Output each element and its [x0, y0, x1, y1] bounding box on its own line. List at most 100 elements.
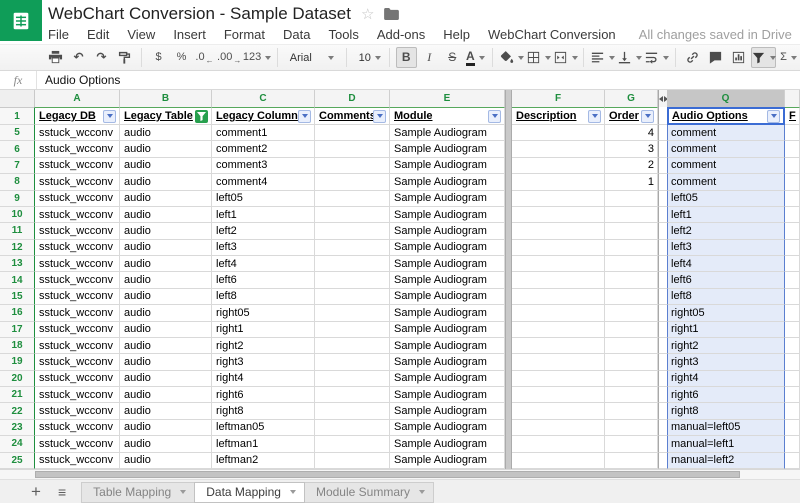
- formula-input[interactable]: Audio Options: [37, 71, 120, 89]
- row-header-13[interactable]: 13: [0, 256, 35, 272]
- undo-button[interactable]: ↶: [68, 47, 89, 68]
- cell-G16[interactable]: [605, 305, 658, 321]
- cell-Q15[interactable]: left8: [667, 289, 785, 305]
- cell-A24[interactable]: sstuck_wcconv: [35, 436, 120, 452]
- print-button[interactable]: [45, 47, 66, 68]
- bold-button[interactable]: B: [396, 47, 417, 68]
- cell-B10[interactable]: audio: [120, 207, 212, 223]
- cell-F9[interactable]: [512, 191, 605, 207]
- cell-A11[interactable]: sstuck_wcconv: [35, 223, 120, 239]
- cell-B20[interactable]: audio: [120, 371, 212, 387]
- fill-color-button[interactable]: [499, 47, 524, 68]
- column-header-B[interactable]: B: [120, 90, 212, 107]
- cell-F25[interactable]: [512, 453, 605, 469]
- cell-G11[interactable]: [605, 223, 658, 239]
- cell-Q23[interactable]: manual=left05: [667, 420, 785, 436]
- row-header-11[interactable]: 11: [0, 223, 35, 239]
- document-title[interactable]: WebChart Conversion - Sample Dataset: [48, 4, 351, 24]
- frozen-pane-divider[interactable]: [505, 107, 512, 125]
- cell-B17[interactable]: audio: [120, 322, 212, 338]
- row-header-19[interactable]: 19: [0, 354, 35, 370]
- paint-format-button[interactable]: [114, 47, 135, 68]
- frozen-pane-divider[interactable]: [505, 322, 512, 338]
- cell-D23[interactable]: [315, 420, 390, 436]
- menu-view[interactable]: View: [118, 27, 164, 42]
- cell-E10[interactable]: Sample Audiogram: [390, 207, 505, 223]
- cell-E17[interactable]: Sample Audiogram: [390, 322, 505, 338]
- cell-B19[interactable]: audio: [120, 354, 212, 370]
- cell-G18[interactable]: [605, 338, 658, 354]
- cell-D25[interactable]: [315, 453, 390, 469]
- folder-icon[interactable]: [384, 8, 399, 20]
- row-header-23[interactable]: 23: [0, 420, 35, 436]
- row-header-8[interactable]: 8: [0, 174, 35, 190]
- cell-F17[interactable]: [512, 322, 605, 338]
- cell-C6[interactable]: comment2: [212, 141, 315, 157]
- row-header-17[interactable]: 17: [0, 322, 35, 338]
- insert-link-button[interactable]: [682, 47, 703, 68]
- cell-E5[interactable]: Sample Audiogram: [390, 125, 505, 141]
- cell-R14[interactable]: [785, 272, 800, 288]
- cell-C17[interactable]: right1: [212, 322, 315, 338]
- cell-A7[interactable]: sstuck_wcconv: [35, 158, 120, 174]
- cell-R23[interactable]: [785, 420, 800, 436]
- cell-B21[interactable]: audio: [120, 387, 212, 403]
- cell-C19[interactable]: right3: [212, 354, 315, 370]
- cell-R18[interactable]: [785, 338, 800, 354]
- cell-G9[interactable]: [605, 191, 658, 207]
- cell-R17[interactable]: [785, 322, 800, 338]
- menu-file[interactable]: File: [48, 27, 78, 42]
- cell-B22[interactable]: audio: [120, 403, 212, 419]
- frozen-pane-divider[interactable]: [505, 338, 512, 354]
- cell-Q8[interactable]: comment: [667, 174, 785, 190]
- filter-dropdown-icon[interactable]: [298, 110, 311, 123]
- cell-R21[interactable]: [785, 387, 800, 403]
- cell-Q10[interactable]: left1: [667, 207, 785, 223]
- frozen-pane-divider[interactable]: [505, 453, 512, 469]
- cell-E7[interactable]: Sample Audiogram: [390, 158, 505, 174]
- cell-F21[interactable]: [512, 387, 605, 403]
- filter-dropdown-icon[interactable]: [641, 110, 654, 123]
- borders-button[interactable]: [526, 47, 551, 68]
- cell-Q17[interactable]: right1: [667, 322, 785, 338]
- cell-C16[interactable]: right05: [212, 305, 315, 321]
- frozen-pane-divider[interactable]: [505, 207, 512, 223]
- column-header-F[interactable]: F: [512, 90, 605, 107]
- frozen-pane-divider[interactable]: [505, 125, 512, 141]
- cell-D9[interactable]: [315, 191, 390, 207]
- cell-D8[interactable]: [315, 174, 390, 190]
- cell-C12[interactable]: left3: [212, 240, 315, 256]
- cell-D1[interactable]: Comments: [315, 107, 390, 125]
- filter-dropdown-icon[interactable]: [588, 110, 601, 123]
- cell-D15[interactable]: [315, 289, 390, 305]
- menu-add-ons[interactable]: Add-ons: [368, 27, 434, 42]
- cell-R13[interactable]: [785, 256, 800, 272]
- cell-F22[interactable]: [512, 403, 605, 419]
- cell-G12[interactable]: [605, 240, 658, 256]
- cell-E8[interactable]: Sample Audiogram: [390, 174, 505, 190]
- cell-A19[interactable]: sstuck_wcconv: [35, 354, 120, 370]
- cell-D22[interactable]: [315, 403, 390, 419]
- cell-D16[interactable]: [315, 305, 390, 321]
- cell-F12[interactable]: [512, 240, 605, 256]
- cell-G23[interactable]: [605, 420, 658, 436]
- row-header-16[interactable]: 16: [0, 305, 35, 321]
- column-header-Q[interactable]: Q: [667, 90, 785, 107]
- redo-button[interactable]: ↷: [91, 47, 112, 68]
- cell-G6[interactable]: 3: [605, 141, 658, 157]
- frozen-pane-divider[interactable]: [505, 272, 512, 288]
- cell-A21[interactable]: sstuck_wcconv: [35, 387, 120, 403]
- cell-Q21[interactable]: right6: [667, 387, 785, 403]
- filter-button[interactable]: [751, 47, 776, 68]
- all-sheets-menu-icon[interactable]: ≡: [58, 484, 66, 500]
- cell-D19[interactable]: [315, 354, 390, 370]
- cell-F11[interactable]: [512, 223, 605, 239]
- cell-F1[interactable]: Description: [512, 107, 605, 125]
- cell-F5[interactable]: [512, 125, 605, 141]
- cell-F16[interactable]: [512, 305, 605, 321]
- cell-E23[interactable]: Sample Audiogram: [390, 420, 505, 436]
- vertical-align-button[interactable]: [617, 47, 642, 68]
- cell-A9[interactable]: sstuck_wcconv: [35, 191, 120, 207]
- cell-C18[interactable]: right2: [212, 338, 315, 354]
- menu-tools[interactable]: Tools: [319, 27, 367, 42]
